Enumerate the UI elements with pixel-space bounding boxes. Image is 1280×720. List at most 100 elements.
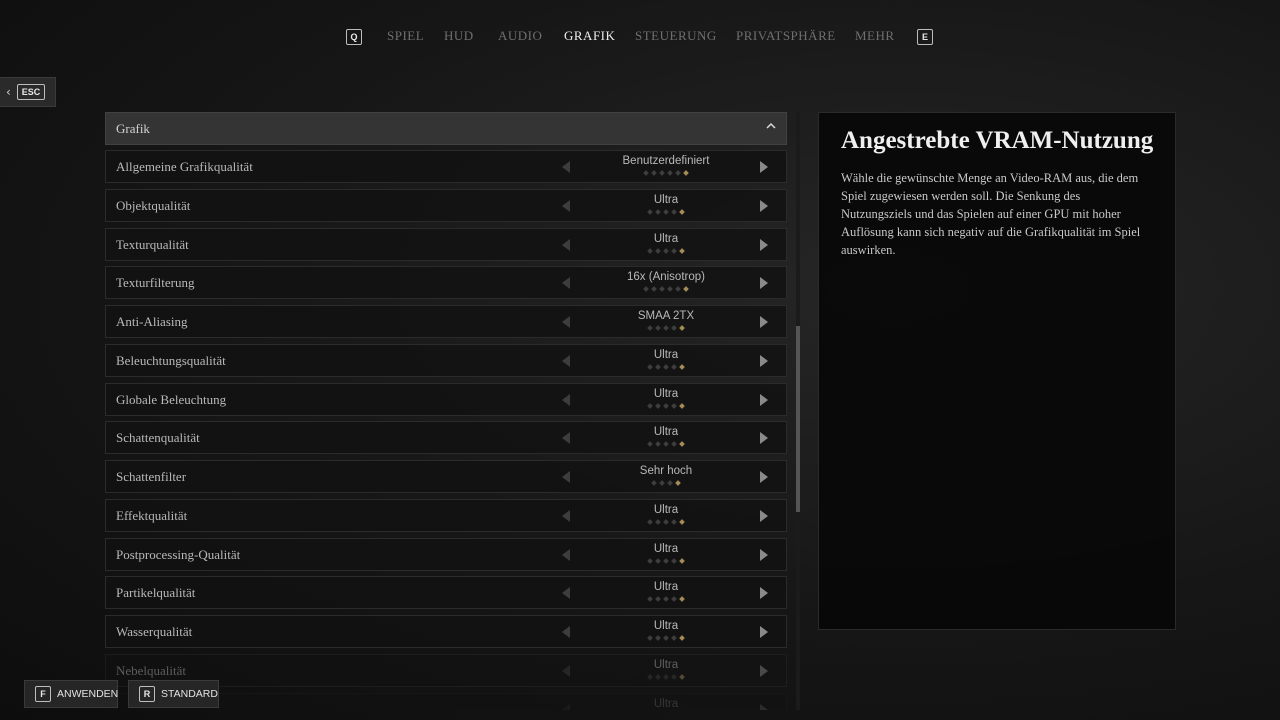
level-dot [679, 208, 685, 215]
arrow-left-icon[interactable] [562, 354, 570, 367]
level-indicator [574, 170, 758, 176]
section-title: Grafik [116, 121, 150, 136]
level-dot [667, 170, 673, 176]
setting-label: Partikelqualität [116, 585, 196, 601]
arrow-left-icon[interactable] [562, 548, 570, 561]
level-dot [663, 402, 669, 409]
level-dot [651, 480, 657, 486]
arrow-right-icon[interactable] [760, 548, 768, 561]
setting-value: Ultra [653, 542, 679, 555]
scrollbar-thumb[interactable] [796, 326, 800, 512]
arrow-left-icon[interactable] [562, 509, 570, 522]
setting-row[interactable]: Schattenfilter Sehr hoch [105, 460, 787, 493]
tab-spiel[interactable]: SPIEL [387, 28, 424, 44]
arrow-right-icon[interactable] [760, 277, 768, 290]
level-dot [651, 286, 657, 293]
setting-label: Effektqualität [116, 507, 188, 523]
arrow-left-icon[interactable] [562, 199, 570, 212]
arrow-right-icon[interactable] [760, 626, 768, 638]
setting-row[interactable]: Wasserqualität Ultra [105, 615, 787, 648]
setting-row[interactable]: Texturqualität Ultra [105, 227, 787, 261]
setting-row[interactable]: Beleuchtungsqualität Ultra [105, 343, 787, 377]
arrow-right-icon[interactable] [760, 393, 768, 406]
tab-hud[interactable]: HUD [444, 28, 474, 44]
level-dot [647, 557, 653, 564]
prev-tab-key[interactable]: Q [346, 29, 362, 45]
setting-value: Ultra [653, 658, 679, 671]
level-indicator [574, 441, 758, 448]
back-button[interactable]: ‹ ESC [0, 77, 56, 107]
setting-label: Globale Beleuchtung [116, 391, 227, 407]
arrow-left-icon[interactable] [562, 626, 570, 638]
apply-label: ANWENDEN [57, 688, 119, 700]
default-button[interactable]: R STANDARD [128, 680, 219, 708]
level-dot [679, 596, 685, 603]
level-dot [647, 208, 653, 215]
setting-row[interactable]: Anti-Aliasing SMAA 2TX [105, 305, 787, 338]
setting-label: Beleuchtungsqualität [116, 352, 226, 368]
arrow-left-icon[interactable] [562, 664, 570, 677]
arrow-left-icon[interactable] [562, 316, 570, 328]
arrow-right-icon[interactable] [760, 703, 768, 710]
setting-row[interactable]: Partikelqualität Ultra [105, 576, 787, 610]
arrow-left-icon[interactable] [562, 393, 570, 406]
level-dot [663, 557, 669, 564]
arrow-right-icon[interactable] [760, 587, 768, 600]
level-dot [647, 518, 653, 525]
tab-grafik[interactable]: GRAFIK [564, 28, 615, 44]
arrow-left-icon[interactable] [562, 587, 570, 600]
arrow-right-icon[interactable] [760, 199, 768, 212]
tab-privatsphaere[interactable]: PRIVATSPHÄRE [736, 28, 836, 44]
level-indicator [574, 596, 758, 603]
level-dot [647, 402, 653, 409]
level-dot [655, 363, 661, 370]
setting-row[interactable]: Texturfilterung 16x (Anisotrop) [105, 266, 787, 300]
arrow-left-icon[interactable] [562, 471, 570, 483]
arrow-right-icon[interactable] [760, 432, 768, 445]
next-tab-key[interactable]: E [917, 29, 933, 45]
setting-row[interactable]: Effektqualität Ultra [105, 498, 787, 532]
setting-value: Benutzerdefiniert [622, 155, 710, 167]
level-dot [679, 325, 685, 331]
level-indicator [574, 363, 758, 370]
level-dot [683, 286, 689, 293]
default-label: STANDARD [161, 688, 218, 700]
arrow-right-icon[interactable] [760, 471, 768, 483]
setting-row[interactable]: Globale Beleuchtung Ultra [105, 382, 787, 416]
tab-steuerung[interactable]: STEUERUNG [635, 28, 717, 44]
level-dot [671, 518, 677, 525]
apply-button[interactable]: F ANWENDEN [24, 680, 118, 708]
arrow-right-icon[interactable] [760, 354, 768, 367]
section-header-grafik[interactable]: Grafik [105, 112, 787, 145]
level-dot [647, 441, 653, 448]
tab-audio[interactable]: AUDIO [498, 28, 542, 44]
arrow-left-icon[interactable] [562, 432, 570, 445]
arrow-left-icon[interactable] [562, 238, 570, 251]
description-panel: Angestrebte VRAM-Nutzung Wähle die gewün… [818, 112, 1176, 630]
level-dot [663, 518, 669, 525]
setting-row[interactable]: Objektqualität Ultra [105, 188, 787, 222]
level-dot [671, 402, 677, 409]
setting-label: Texturqualität [116, 236, 189, 252]
setting-value: Ultra [653, 387, 679, 400]
level-dot [663, 635, 669, 641]
arrow-left-icon[interactable] [562, 703, 570, 710]
level-dot [647, 673, 653, 680]
arrow-left-icon[interactable] [562, 161, 570, 173]
level-dot [655, 247, 661, 254]
tab-mehr[interactable]: MEHR [855, 28, 895, 44]
level-dot [663, 596, 669, 603]
arrow-right-icon[interactable] [760, 238, 768, 251]
setting-row[interactable]: Schattenqualität Ultra [105, 421, 787, 455]
arrow-right-icon[interactable] [760, 509, 768, 522]
arrow-right-icon[interactable] [760, 316, 768, 328]
setting-row[interactable]: Postprocessing-Qualität Ultra [105, 537, 787, 571]
arrow-right-icon[interactable] [760, 664, 768, 677]
setting-row[interactable]: Allgemeine Grafikqualität Benutzerdefinie… [105, 150, 787, 183]
apply-key: F [35, 686, 51, 702]
level-dot [659, 286, 665, 293]
arrow-right-icon[interactable] [760, 161, 768, 173]
setting-label: Anti-Aliasing [116, 314, 188, 329]
arrow-left-icon[interactable] [562, 277, 570, 290]
level-dot [671, 208, 677, 215]
